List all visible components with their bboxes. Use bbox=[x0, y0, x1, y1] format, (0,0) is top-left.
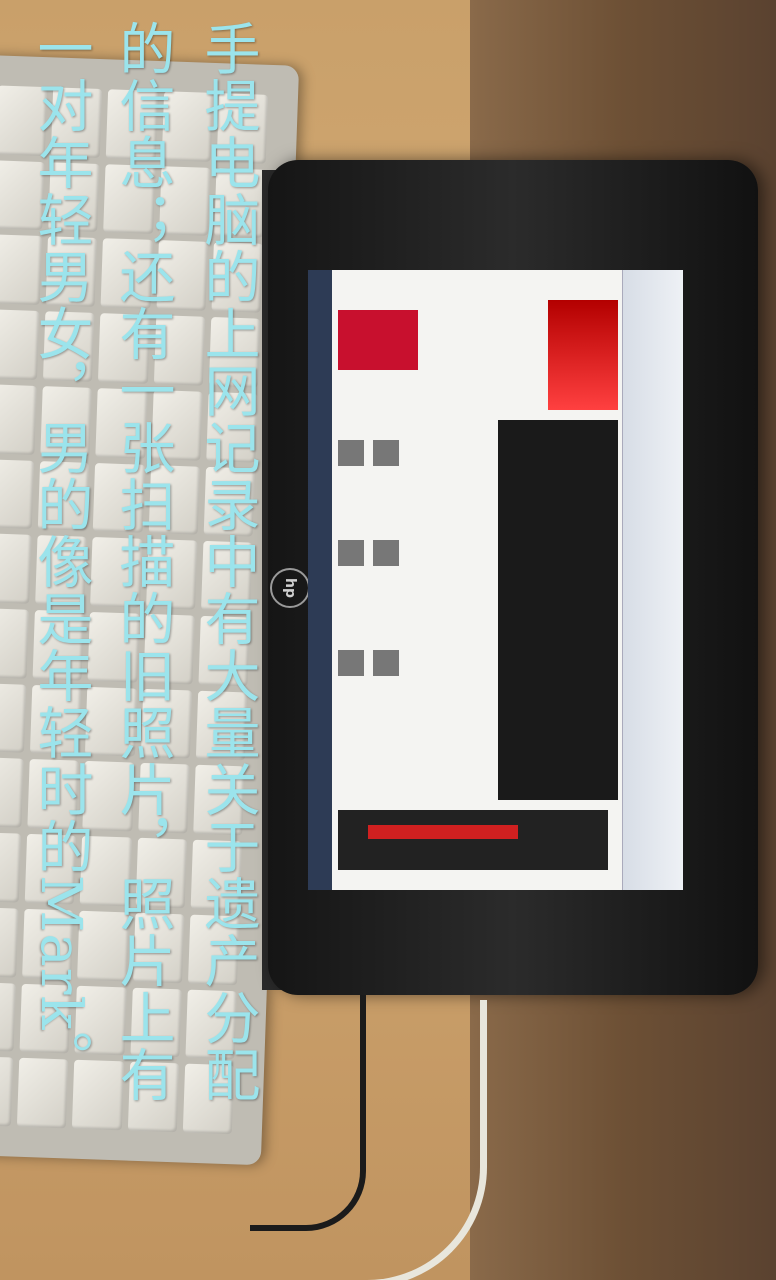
caption-line-1: 手提电脑的上网记录中有大量关于遗产分配 bbox=[195, 20, 260, 1103]
caption-overlay: 手提电脑的上网记录中有大量关于遗产分配 的信息；还有一张扫描的旧照片，照片上有 … bbox=[0, 0, 776, 1280]
caption-line-3: 一对年轻男女，男的像是年轻时的Mark。 bbox=[28, 20, 93, 1088]
caption-line-2: 的信息；还有一张扫描的旧照片，照片上有 bbox=[110, 20, 175, 1103]
